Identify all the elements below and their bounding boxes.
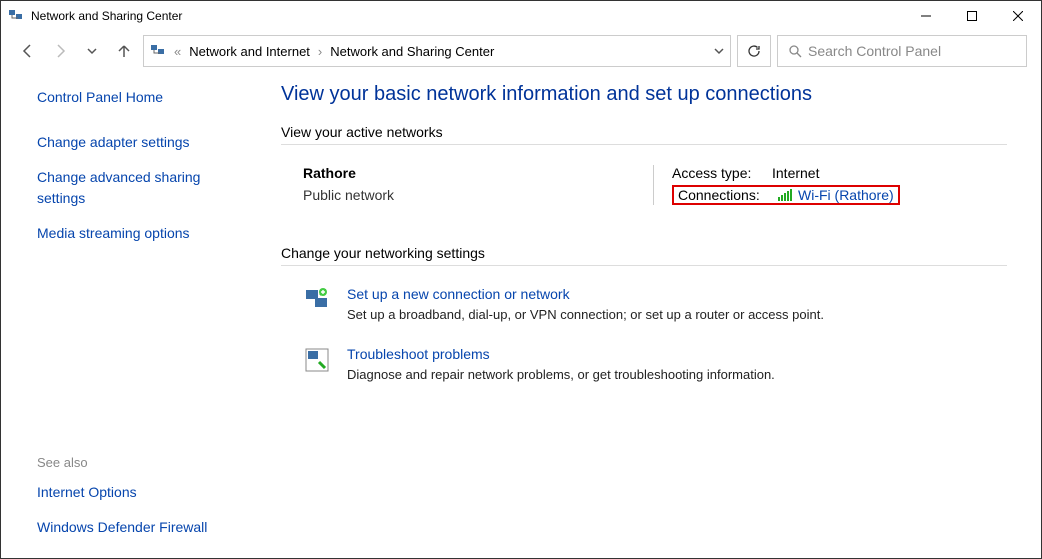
breadcrumb-overflow-icon[interactable]: « (174, 44, 181, 59)
connection-link[interactable]: Wi-Fi (Rathore) (798, 187, 894, 203)
search-placeholder: Search Control Panel (808, 43, 941, 59)
address-bar[interactable]: « Network and Internet › Network and Sha… (143, 35, 731, 67)
connections-highlight: Connections: Wi-Fi (Rathore) (672, 185, 900, 205)
refresh-button[interactable] (737, 35, 771, 67)
page-heading: View your basic network information and … (281, 83, 1007, 106)
sidebar-internet-options[interactable]: Internet Options (37, 482, 239, 503)
search-input[interactable]: Search Control Panel (777, 35, 1027, 67)
see-also-label: See also (37, 455, 239, 470)
minimize-button[interactable] (903, 1, 949, 31)
setup-connection-icon (303, 286, 331, 314)
recent-dropdown-icon[interactable] (79, 38, 105, 64)
back-button[interactable] (15, 38, 41, 64)
maximize-button[interactable] (949, 1, 995, 31)
network-center-icon (150, 43, 166, 59)
search-icon (788, 44, 802, 58)
access-type-label: Access type: (672, 165, 772, 181)
change-settings-label: Change your networking settings (281, 245, 1007, 266)
chevron-right-icon: › (318, 44, 322, 59)
chevron-down-icon[interactable] (714, 46, 724, 56)
forward-button[interactable] (47, 38, 73, 64)
network-name: Rathore (303, 165, 653, 181)
breadcrumb-level2[interactable]: Network and Sharing Center (330, 44, 494, 59)
close-button[interactable] (995, 1, 1041, 31)
network-center-icon (7, 7, 25, 25)
wifi-signal-icon (778, 189, 792, 201)
sidebar-control-panel-home[interactable]: Control Panel Home (37, 87, 239, 108)
setup-connection-link[interactable]: Set up a new connection or network (347, 286, 824, 302)
sidebar-advanced-sharing[interactable]: Change advanced sharing settings (37, 167, 239, 209)
window-title: Network and Sharing Center (31, 9, 903, 23)
up-button[interactable] (111, 38, 137, 64)
connections-label: Connections: (678, 187, 778, 203)
access-type-value: Internet (772, 165, 819, 181)
breadcrumb-level1[interactable]: Network and Internet (189, 44, 310, 59)
troubleshoot-link[interactable]: Troubleshoot problems (347, 346, 775, 362)
troubleshoot-desc: Diagnose and repair network problems, or… (347, 367, 775, 382)
network-type: Public network (303, 187, 653, 203)
setup-connection-desc: Set up a broadband, dial-up, or VPN conn… (347, 307, 824, 322)
sidebar-firewall[interactable]: Windows Defender Firewall (37, 517, 239, 538)
troubleshoot-icon (303, 346, 331, 374)
sidebar-change-adapter[interactable]: Change adapter settings (37, 132, 239, 153)
active-networks-label: View your active networks (281, 124, 1007, 145)
sidebar-media-streaming[interactable]: Media streaming options (37, 223, 239, 244)
